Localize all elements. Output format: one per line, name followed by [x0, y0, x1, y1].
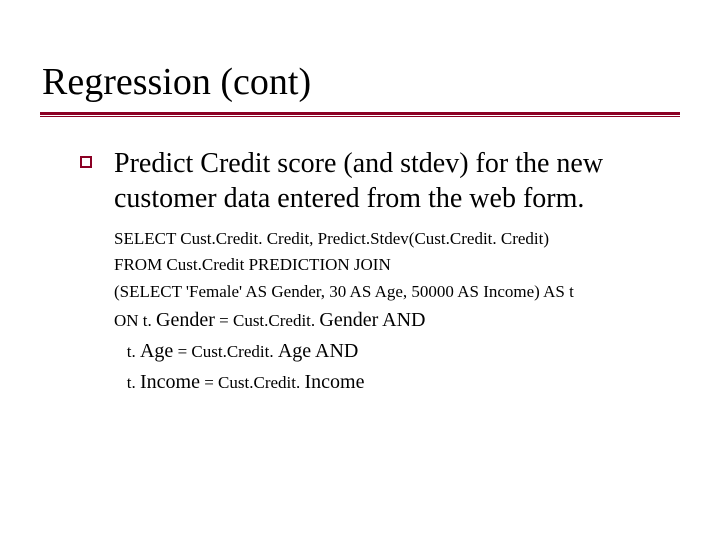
sql-line: SELECT Cust.Credit. Credit, Predict.Stde… — [114, 226, 680, 252]
slide-title: Regression (cont) — [40, 60, 680, 104]
sql-line: t. Income = Cust.Credit. Income — [114, 367, 680, 398]
sql-line: FROM Cust.Credit PREDICTION JOIN — [114, 252, 680, 278]
slide-body: Predict Credit score (and stdev) for the… — [40, 146, 680, 398]
slide: Regression (cont) Predict Credit score (… — [0, 0, 720, 540]
bullet-item: Predict Credit score (and stdev) for the… — [80, 146, 680, 216]
sql-line: ON t. Gender = Cust.Credit. Gender AND — [114, 305, 680, 336]
bullet-text: Predict Credit score (and stdev) for the… — [114, 146, 674, 216]
divider — [40, 112, 680, 118]
sql-block: SELECT Cust.Credit. Credit, Predict.Stde… — [114, 226, 680, 398]
square-bullet-icon — [80, 156, 92, 168]
sql-line: (SELECT 'Female' AS Gender, 30 AS Age, 5… — [114, 279, 680, 305]
sql-line: t. Age = Cust.Credit. Age AND — [114, 336, 680, 367]
